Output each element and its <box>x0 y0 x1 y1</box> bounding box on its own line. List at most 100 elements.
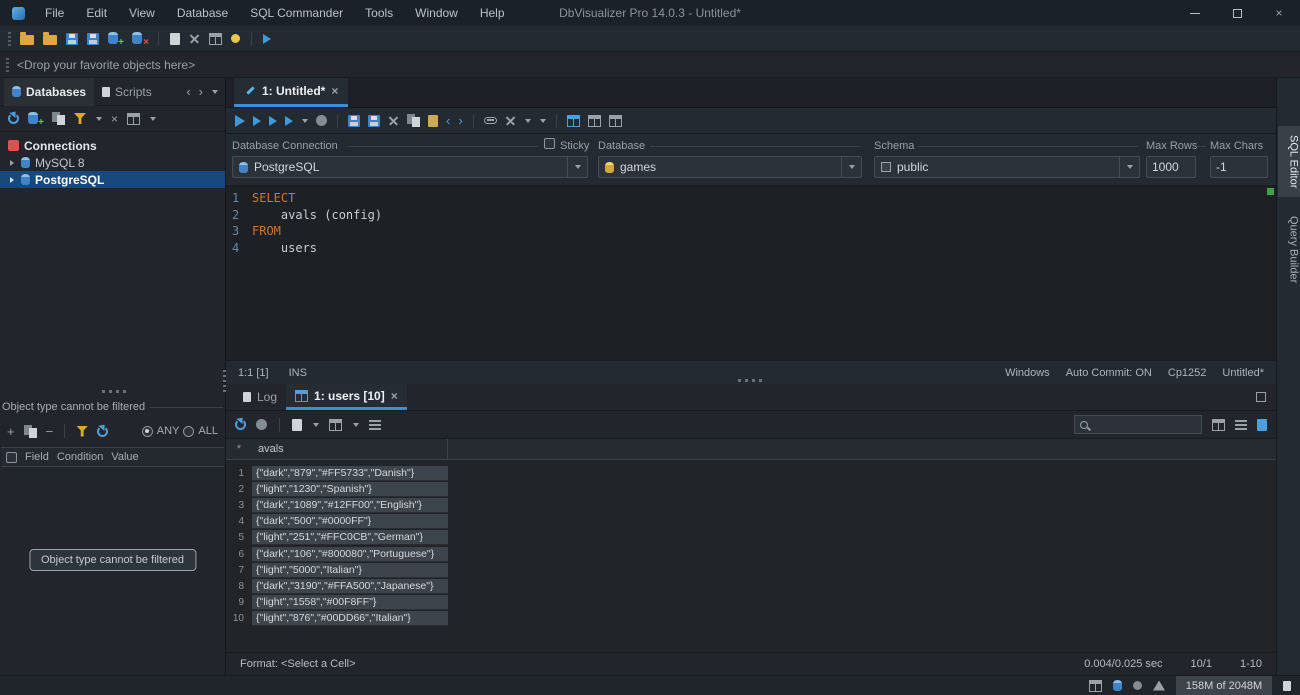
tab-log[interactable]: Log <box>234 384 286 410</box>
cell-value[interactable]: {"dark","106","#800080","Portuguese"} <box>252 547 448 562</box>
table-row[interactable]: 7{"light","5000","Italian"} <box>226 562 1276 578</box>
comment-icon[interactable] <box>505 115 516 126</box>
table-row[interactable]: 2{"light","1230","Spanish"} <box>226 481 1276 497</box>
menu-database[interactable]: Database <box>166 0 239 26</box>
menu-help[interactable]: Help <box>469 0 516 26</box>
tree-item-postgresql[interactable]: PostgreSQL <box>0 171 225 188</box>
save-sql-icon[interactable] <box>348 115 360 127</box>
paste-icon[interactable] <box>428 115 438 127</box>
remove-filter-icon[interactable]: − <box>46 425 54 438</box>
max-chars-input[interactable] <box>1210 156 1268 178</box>
add-filter-icon[interactable]: + <box>7 425 15 438</box>
minimize-button[interactable] <box>1174 0 1216 26</box>
grid-options-icon[interactable] <box>329 419 342 431</box>
result-target-icon[interactable] <box>567 115 580 127</box>
save-icon[interactable] <box>66 33 78 45</box>
templates-chevron-icon[interactable] <box>540 119 546 123</box>
cell-value[interactable]: {"light","1558","#00F8FF"} <box>252 595 448 610</box>
reset-filter-icon[interactable] <box>97 426 108 437</box>
cell-value[interactable]: {"light","876","#00DD66","Italian"} <box>252 611 448 626</box>
grid-options-chevron-icon[interactable] <box>353 423 359 427</box>
tools-icon[interactable] <box>189 33 200 44</box>
cell-value[interactable]: {"dark","879","#FF5733","Danish"} <box>252 466 448 481</box>
stop-result-icon[interactable] <box>256 419 267 430</box>
autocommit-status[interactable]: Auto Commit: ON <box>1066 367 1152 379</box>
maximize-button[interactable] <box>1216 0 1258 26</box>
text-view-icon[interactable] <box>1235 420 1247 430</box>
save-sql-as-icon[interactable] <box>368 115 380 127</box>
result-pin-icon[interactable] <box>609 115 622 127</box>
close-tab-icon[interactable] <box>331 84 338 98</box>
filter-chevron-icon[interactable] <box>96 117 102 121</box>
open-recent-icon[interactable] <box>43 35 57 45</box>
new-connection-icon[interactable] <box>28 112 43 125</box>
grid-corner-cell[interactable]: * <box>226 439 252 459</box>
connection-dropdown[interactable]: PostgreSQL <box>232 156 588 178</box>
apply-filter-icon[interactable] <box>76 426 88 437</box>
stop-icon[interactable] <box>316 115 327 126</box>
cell-value[interactable]: {"light","5000","Italian"} <box>252 563 448 578</box>
sql-commander-icon[interactable] <box>263 34 271 44</box>
toolbar-grip[interactable] <box>8 32 11 46</box>
save-as-icon[interactable] <box>87 33 99 45</box>
view-options-icon[interactable] <box>127 113 140 125</box>
refresh-icon[interactable] <box>8 113 19 124</box>
tip-icon[interactable] <box>231 34 240 43</box>
table-row[interactable]: 4{"dark","500","#0000FF"} <box>226 514 1276 530</box>
line-ending-mode[interactable]: Windows <box>1005 367 1050 379</box>
tree-root-connections[interactable]: Connections <box>0 137 225 154</box>
detach-panel-icon[interactable] <box>1256 392 1266 402</box>
create-connection-icon[interactable] <box>108 32 123 45</box>
tab-query-builder[interactable]: Query Builder <box>1278 207 1300 292</box>
warning-icon[interactable] <box>1153 681 1165 691</box>
close-tab-icon[interactable] <box>391 389 398 403</box>
menu-view[interactable]: View <box>118 0 166 26</box>
cell-value[interactable]: {"light","251","#FFC0CB","German"} <box>252 530 448 545</box>
table-row[interactable]: 3{"dark","1089","#12FF00","English"} <box>226 497 1276 513</box>
clear-filter-icon[interactable] <box>111 112 118 126</box>
panel-splitter-handle[interactable] <box>102 390 126 393</box>
format-sql-icon[interactable] <box>484 117 497 124</box>
table-row[interactable]: 1{"dark","879","#FF5733","Danish"} <box>226 465 1276 481</box>
nav-forward-icon[interactable]: › <box>199 85 203 98</box>
cut-icon[interactable] <box>388 115 399 126</box>
tab-sql-editor[interactable]: SQL Editor <box>1278 126 1300 197</box>
undo-icon[interactable]: ‹ <box>446 114 450 127</box>
filter-placeholder-button[interactable]: Object type cannot be filtered <box>29 549 196 571</box>
tab-scripts[interactable]: Scripts <box>94 78 160 106</box>
table-view-icon[interactable] <box>209 33 222 45</box>
filter-icon[interactable] <box>74 113 86 124</box>
grid-status-icon[interactable] <box>1089 680 1102 692</box>
menu-tools[interactable]: Tools <box>354 0 404 26</box>
table-row[interactable]: 6{"dark","106","#800080","Portuguese"} <box>226 546 1276 562</box>
cell-value[interactable]: {"dark","1089","#12FF00","English"} <box>252 498 448 513</box>
rerun-icon[interactable] <box>235 419 246 430</box>
view-options-chevron-icon[interactable] <box>150 117 156 121</box>
tree-item-mysql[interactable]: MySQL 8 <box>0 154 225 171</box>
export-chevron-icon[interactable] <box>313 423 319 427</box>
table-row[interactable]: 5{"light","251","#FFC0CB","German"} <box>226 530 1276 546</box>
open-file-icon[interactable] <box>20 35 34 45</box>
execute-explain-icon[interactable] <box>285 116 293 126</box>
execute-buffer-icon[interactable] <box>269 116 277 126</box>
menu-edit[interactable]: Edit <box>75 0 118 26</box>
table-row[interactable]: 8{"dark","3190","#FFA500","Japanese"} <box>226 578 1276 594</box>
copy-icon[interactable] <box>407 114 420 127</box>
redo-icon[interactable]: › <box>458 114 462 127</box>
table-row[interactable]: 9{"light","1558","#00F8FF"} <box>226 595 1276 611</box>
log-file-icon[interactable] <box>1283 681 1291 691</box>
new-script-icon[interactable] <box>170 33 180 45</box>
filter-header-checkbox[interactable] <box>6 452 17 463</box>
activity-status-icon[interactable] <box>1133 681 1142 690</box>
copy-filter-icon[interactable] <box>24 425 37 438</box>
result-search-box[interactable] <box>1074 415 1202 434</box>
remove-connection-icon[interactable] <box>132 32 147 45</box>
duplicate-connection-icon[interactable] <box>52 112 65 125</box>
nav-back-icon[interactable]: ‹ <box>186 85 190 98</box>
favorites-grip[interactable] <box>6 58 9 72</box>
close-button[interactable] <box>1258 0 1300 26</box>
search-input[interactable] <box>1093 419 1196 431</box>
execute-icon[interactable] <box>235 115 245 127</box>
encoding-status[interactable]: Cp1252 <box>1168 367 1207 379</box>
cell-value[interactable]: {"light","1230","Spanish"} <box>252 482 448 497</box>
